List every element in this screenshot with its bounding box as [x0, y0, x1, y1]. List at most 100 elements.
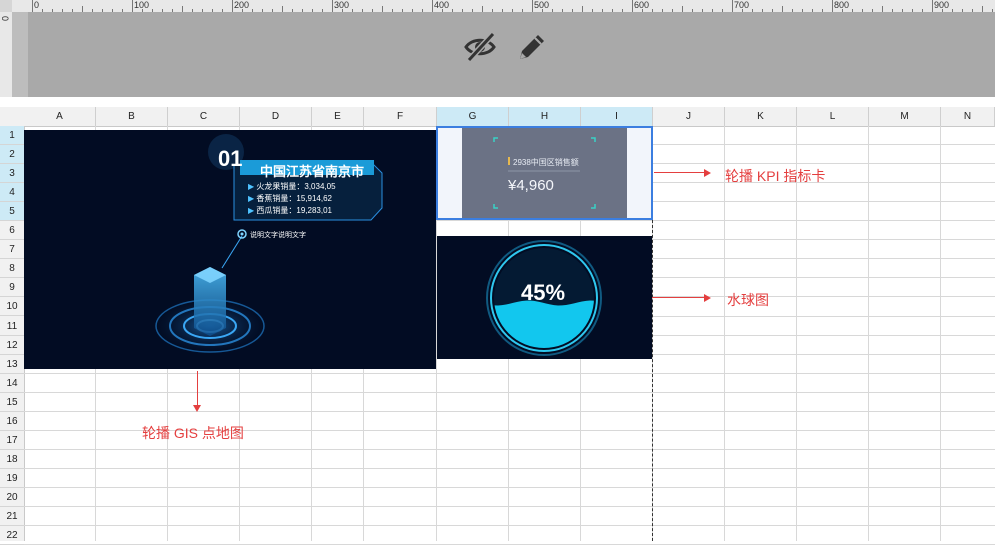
ruler-label: 400: [434, 0, 450, 10]
ruler-label: 300: [334, 0, 350, 10]
grid-column-line: [796, 126, 797, 541]
grid-row-line: [24, 410, 995, 412]
ruler-tick: [832, 0, 833, 12]
row-header-9[interactable]: 9: [0, 278, 24, 298]
toolbar-area: 0 100 200 300 400 500 600 700 800 900 0: [0, 0, 995, 97]
row-header-14[interactable]: 14: [0, 374, 24, 393]
water-percent-label: 45%: [521, 280, 566, 305]
row-header-5[interactable]: 5: [0, 202, 24, 222]
gis-caption: 说明文字说明文字: [250, 232, 306, 239]
ruler-tick: [232, 0, 233, 12]
water-ball-chart-widget[interactable]: 45%: [437, 236, 652, 359]
gis-point-map-widget[interactable]: 01 中国江苏省南京市 ▶ 火龙果销量：3,034,05 ▶ 香蕉销量：15,9…: [24, 130, 436, 369]
gis-annotation: 轮播 GIS 点地图: [142, 425, 244, 441]
ruler-tick: [132, 0, 133, 12]
ruler-label: 600: [634, 0, 650, 10]
grid-row-line: [24, 506, 995, 507]
pencil-icon[interactable]: [515, 30, 549, 64]
stat-value: 3,034,05: [304, 182, 336, 191]
grid-column-line: [940, 126, 941, 541]
column-header-l[interactable]: L: [797, 107, 869, 126]
row-header-12[interactable]: 12: [0, 336, 24, 355]
kpi-value: ¥4,960: [508, 177, 554, 194]
row-header-15[interactable]: 15: [0, 393, 24, 412]
row-header-16[interactable]: 16: [0, 412, 24, 431]
ruler-label: 800: [834, 0, 850, 10]
row-header-2[interactable]: 2: [0, 145, 24, 165]
ruler-tick: [732, 0, 733, 12]
stat-value: 15,914,62: [296, 194, 332, 203]
column-header-m[interactable]: M: [869, 107, 941, 126]
gis-stats-list: ▶ 火龙果销量：3,034,05 ▶ 香蕉销量：15,914,62 ▶ 西瓜销量…: [248, 181, 336, 217]
column-header-f[interactable]: F: [364, 107, 437, 126]
grid-row-line: [24, 486, 995, 488]
kpi-card-frame: [493, 137, 596, 209]
page-boundary-line: [652, 220, 653, 541]
grid-row-line: [24, 448, 995, 450]
list-item: ▶ 火龙果销量：3,034,05: [248, 182, 336, 191]
spacer: [0, 97, 995, 107]
ruler-tick: [332, 0, 333, 12]
column-header-bar: ⁝⁝⁝ ABCDEFGHIJKLMN: [0, 107, 995, 229]
row-header-20[interactable]: 20: [0, 488, 24, 507]
ruler-tick: [932, 0, 933, 12]
column-header-k[interactable]: K: [725, 107, 797, 126]
water-annotation-arrowhead: [704, 294, 711, 302]
ruler-tick: [632, 0, 633, 12]
column-header-g[interactable]: G: [437, 107, 509, 126]
ruler-label: 100: [134, 0, 150, 10]
gis-location-title: 中国江苏省南京市: [260, 164, 365, 179]
kpi-card-widget[interactable]: 2938中国区销售额 ¥4,960: [462, 128, 627, 218]
grid-row-line: [24, 467, 995, 469]
eye-off-icon[interactable]: [463, 30, 497, 64]
kpi-annotation: 轮播 KPI 指标卡: [725, 168, 826, 184]
row-header-4[interactable]: 4: [0, 183, 24, 203]
row-header-13[interactable]: 13: [0, 355, 24, 374]
row-header-3[interactable]: 3: [0, 164, 24, 184]
row-header-7[interactable]: 7: [0, 240, 24, 260]
ruler-label: 200: [234, 0, 250, 10]
ruler-tick: [432, 0, 433, 12]
column-header-b[interactable]: B: [96, 107, 168, 126]
ruler-corner: [0, 0, 12, 12]
row-header-bar: 1 2 3 4 5 6 7 8 9 10 11 12 13 14 15 16 17 18 19 20 21 22: [0, 126, 25, 545]
stat-label: 香蕉销量：: [256, 194, 297, 203]
list-item: ▶ 西瓜销量：19,283,01: [248, 206, 332, 215]
row-header-17[interactable]: 17: [0, 431, 24, 450]
column-header-c[interactable]: C: [168, 107, 240, 126]
column-header-n[interactable]: N: [941, 107, 995, 126]
ruler-label: 700: [734, 0, 750, 10]
grid-row-line: [24, 372, 995, 374]
row-header-8[interactable]: 8: [0, 259, 24, 279]
row-header-19[interactable]: 19: [0, 469, 24, 488]
ruler-label: 500: [534, 0, 550, 10]
grid-row-line: [24, 525, 995, 527]
toolbar: [28, 12, 995, 97]
ruler-label: 900: [934, 0, 950, 10]
column-header-e[interactable]: E: [312, 107, 364, 126]
column-header-a[interactable]: A: [24, 107, 96, 126]
grid-column-line: [868, 126, 869, 541]
row-header-6[interactable]: 6: [0, 221, 24, 241]
ruler-vertical-label: 0: [0, 16, 10, 22]
column-header-d[interactable]: D: [240, 107, 312, 126]
row-header-11[interactable]: 11: [0, 317, 24, 336]
gis-index: 01: [218, 146, 243, 171]
stat-label: 西瓜销量：: [256, 206, 297, 215]
gis-annotation-arrow: [197, 371, 198, 407]
column-header-h[interactable]: H: [509, 107, 581, 126]
stat-label: 火龙果销量：: [256, 182, 305, 191]
grid-column-line: [724, 126, 725, 541]
row-header-21[interactable]: 21: [0, 507, 24, 527]
row-header-1[interactable]: 1: [0, 126, 24, 146]
kpi-annotation-arrow: [654, 172, 708, 173]
kpi-title: 2938中国区销售额: [513, 158, 579, 167]
gis-annotation-arrowhead: [193, 405, 201, 412]
row-header-22[interactable]: 22: [0, 526, 24, 545]
row-header-10[interactable]: 10: [0, 297, 24, 317]
row-header-18[interactable]: 18: [0, 450, 24, 469]
water-annotation-arrow: [652, 297, 708, 298]
list-item: ▶ 香蕉销量：15,914,62: [248, 194, 332, 203]
column-header-i[interactable]: I: [581, 107, 653, 126]
column-header-j[interactable]: J: [653, 107, 725, 126]
